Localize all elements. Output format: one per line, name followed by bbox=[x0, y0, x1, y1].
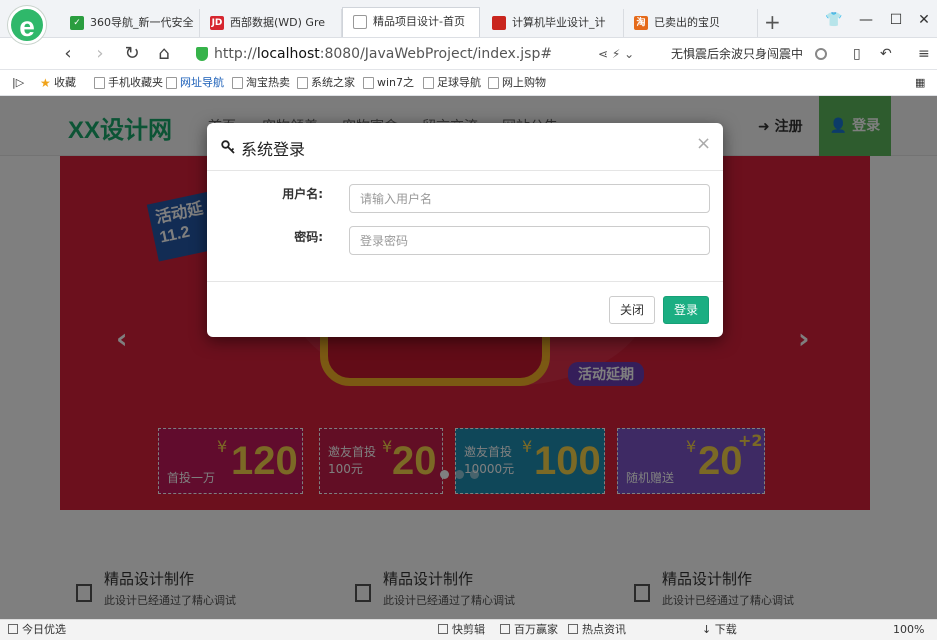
tab-label: 360导航_新一代安全 bbox=[90, 16, 194, 29]
browser-tab-1[interactable]: ✓ 360导航_新一代安全 bbox=[60, 9, 200, 37]
login-button[interactable]: 登录 bbox=[663, 296, 710, 324]
search-icon[interactable] bbox=[815, 48, 827, 60]
page-icon bbox=[363, 77, 374, 89]
bookmark-nav[interactable]: 网址导航 bbox=[166, 70, 224, 96]
apps-grid-icon[interactable]: ▦ bbox=[915, 70, 925, 96]
search-hint[interactable]: 无惧震后余波只身闯震中 bbox=[671, 42, 803, 66]
tab-favicon-icon: ✓ bbox=[70, 16, 84, 30]
modal-footer: 关闭 登录 bbox=[207, 281, 723, 337]
bookmark-xitong[interactable]: 系统之家 bbox=[297, 70, 355, 96]
modal-close-icon[interactable]: × bbox=[696, 133, 711, 154]
bookmark-shopping[interactable]: 网上购物 bbox=[488, 70, 546, 96]
home-icon[interactable]: ⌂ bbox=[152, 42, 176, 66]
back-icon[interactable]: ‹ bbox=[56, 42, 80, 66]
browser-logo-icon[interactable]: e bbox=[8, 6, 46, 44]
login-modal: 系统登录 × 用户名: 密码: 关闭 登录 bbox=[207, 123, 723, 337]
sidebar-toggle-icon[interactable]: |▷ bbox=[12, 70, 24, 96]
news-icon bbox=[568, 624, 578, 634]
statusbar-daily-picks[interactable]: 今日优选 bbox=[8, 620, 66, 640]
tab-label: 西部数据(WD) Gre bbox=[230, 16, 325, 29]
statusbar-download[interactable]: ↓ 下载 bbox=[702, 620, 737, 640]
bookmark-win7[interactable]: win7之 bbox=[363, 70, 414, 96]
statusbar-winner[interactable]: 百万赢家 bbox=[500, 620, 558, 640]
password-label: 密码: bbox=[294, 230, 323, 244]
page-icon bbox=[232, 77, 243, 89]
statusbar-clip[interactable]: 快剪辑 bbox=[438, 620, 485, 640]
share-icon[interactable]: ⋖ ⚡ ⌄ bbox=[598, 42, 634, 66]
forward-icon[interactable]: › bbox=[88, 42, 112, 66]
refresh-icon[interactable]: ↻ bbox=[120, 42, 144, 66]
key-icon bbox=[221, 140, 235, 154]
tab-favicon-icon bbox=[353, 15, 367, 29]
minimize-icon[interactable]: — bbox=[856, 10, 876, 30]
bookmarks-bar: |▷ ★ 收藏 手机收藏夹 网址导航 淘宝热卖 系统之家 win7之 足球导航 网… bbox=[0, 70, 937, 96]
browser-tab-2[interactable]: JD 西部数据(WD) Gre bbox=[200, 9, 342, 37]
browser-tab-3-active[interactable]: 精品项目设计-首页 bbox=[342, 7, 480, 37]
menu-icon[interactable]: ≡ bbox=[918, 46, 930, 62]
close-window-icon[interactable]: ✕ bbox=[914, 10, 934, 30]
page-icon bbox=[166, 77, 177, 89]
star-icon: ★ bbox=[40, 70, 51, 90]
browser-statusbar: 今日优选 快剪辑 百万赢家 热点资讯 ↓ 下载 100% bbox=[0, 619, 937, 640]
page-icon bbox=[423, 77, 434, 89]
page-icon bbox=[488, 77, 499, 89]
download-icon: ↓ bbox=[702, 623, 715, 636]
tab-favicon-icon: 淘 bbox=[634, 16, 648, 30]
undo-icon[interactable]: ↶ bbox=[880, 46, 892, 62]
tab-label: 已卖出的宝贝 bbox=[654, 16, 720, 29]
new-tab-icon[interactable]: + bbox=[764, 12, 781, 32]
browser-tab-5[interactable]: 淘 已卖出的宝贝 bbox=[624, 9, 758, 37]
modal-header: 系统登录 × bbox=[207, 123, 723, 171]
zoom-level[interactable]: 100% bbox=[893, 620, 924, 640]
password-input[interactable] bbox=[349, 226, 710, 255]
bookmark-football[interactable]: 足球导航 bbox=[423, 70, 481, 96]
browser-tabbar: e ✓ 360导航_新一代安全 JD 西部数据(WD) Gre 精品项目设计-首… bbox=[0, 0, 937, 44]
bookmark-favorites[interactable]: ★ 收藏 bbox=[40, 70, 76, 96]
play-icon bbox=[438, 624, 448, 634]
cart-icon bbox=[8, 624, 18, 634]
browser-tab-4[interactable]: 计算机毕业设计_计 bbox=[482, 9, 624, 37]
bookmark-taobao[interactable]: 淘宝热卖 bbox=[232, 70, 290, 96]
tab-favicon-icon bbox=[492, 16, 506, 30]
username-label: 用户名: bbox=[282, 187, 323, 201]
page-icon bbox=[297, 77, 308, 89]
statusbar-news[interactable]: 热点资讯 bbox=[568, 620, 626, 640]
page-icon bbox=[94, 77, 105, 89]
maximize-icon[interactable]: ☐ bbox=[886, 10, 906, 30]
tab-label: 计算机毕业设计_计 bbox=[512, 16, 606, 29]
address-bar: ‹ › ↻ ⌂ http://localhost:8080/JavaWebPro… bbox=[0, 38, 937, 70]
device-icon[interactable]: ▯ bbox=[853, 46, 861, 62]
tab-favicon-icon: JD bbox=[210, 16, 224, 30]
tab-label: 精品项目设计-首页 bbox=[373, 15, 465, 28]
security-shield-icon bbox=[196, 47, 208, 61]
username-input[interactable] bbox=[349, 184, 710, 213]
url-text: http://localhost:8080/JavaWebProject/ind… bbox=[214, 46, 553, 62]
gift-icon bbox=[500, 624, 510, 634]
bookmark-mobile[interactable]: 手机收藏夹 bbox=[94, 70, 163, 96]
skin-icon[interactable]: 👕 bbox=[824, 10, 844, 30]
modal-title: 系统登录 bbox=[241, 140, 306, 159]
close-button[interactable]: 关闭 bbox=[609, 296, 656, 324]
